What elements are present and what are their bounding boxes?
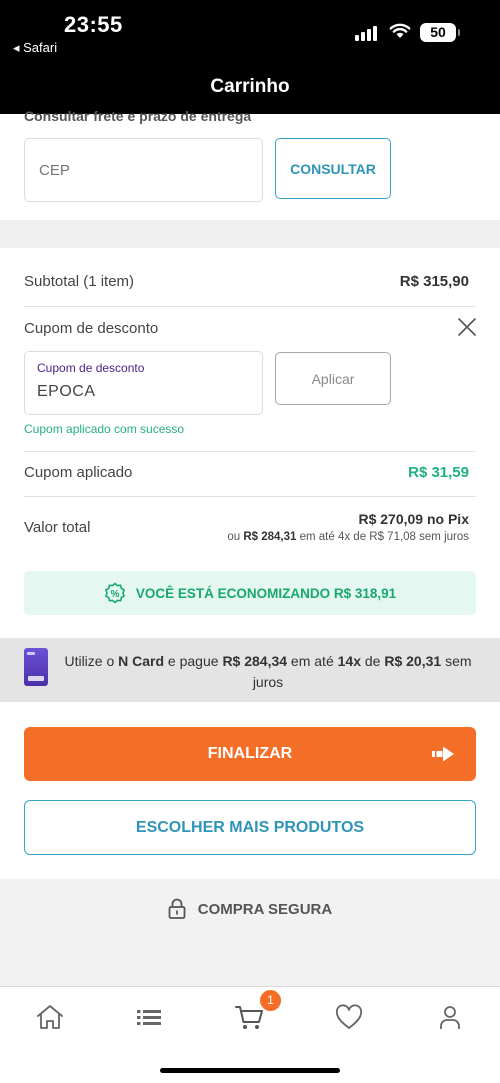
top-bar: 23:55 ◂ Safari 50 Carrinho [0,0,500,114]
ncard-promo-text: Utilize o N Card e pague R$ 284,34 em at… [64,653,472,690]
discount-badge-icon: % [104,582,125,604]
subtotal-label: Subtotal (1 item) [24,273,135,290]
arrow-right-icon [432,746,454,762]
savings-banner: % VOCÊ ESTÁ ECONOMIZANDO R$ 318,91 [24,571,476,615]
secure-purchase-section [0,879,500,986]
svg-text:%: % [110,589,119,600]
coupon-input-value: EPOCA [37,383,96,400]
user-icon[interactable] [435,1003,465,1031]
coupon-success-message: Cupom aplicado com sucesso [24,422,185,436]
choose-more-products-button[interactable]: ESCOLHER MAIS PRODUTOS [24,800,476,855]
wifi-icon [389,23,411,38]
secure-purchase-label: COMPRA SEGURA [197,900,333,918]
coupon-input[interactable]: Cupom de desconto EPOCA [24,351,263,415]
cellular-signal-icon [355,26,377,41]
lock-icon [168,898,186,919]
applied-coupon-value: R$ 31,59 [408,464,469,481]
consultar-button[interactable]: CONSULTAR [275,138,391,199]
menu-list-icon[interactable] [134,1003,164,1031]
savings-text: VOCÊ ESTÁ ECONOMIZANDO R$ 318,91 [135,585,397,601]
back-to-safari-link[interactable]: ◂ Safari [13,40,57,56]
heart-icon[interactable] [334,1003,364,1031]
divider [24,496,476,497]
page-title: Carrinho [210,76,290,97]
battery-icon: 50 [420,23,460,42]
home-indicator [160,1068,340,1073]
total-installments: ou R$ 284,31 em até 4x de R$ 71,08 sem j… [227,531,469,543]
applied-coupon-label: Cupom aplicado [24,464,133,481]
home-icon[interactable] [35,1003,65,1031]
total-value: R$ 270,09 no Pix ou R$ 284,31 em até 4x … [227,511,469,543]
close-icon[interactable] [456,316,478,338]
section-divider [0,220,500,248]
total-pix-price: R$ 270,09 no Pix [358,511,469,527]
shipping-label: Consultar frete e prazo de entrega [24,108,252,124]
status-time: 23:55 [64,12,123,37]
cep-input[interactable] [24,138,263,202]
apply-coupon-button[interactable]: Aplicar [275,352,391,405]
ncard-card-image [24,648,48,686]
coupon-section-label: Cupom de desconto [24,320,159,337]
divider [24,306,476,307]
subtotal-value: R$ 315,90 [399,273,469,290]
divider [24,451,476,452]
coupon-input-label: Cupom de desconto [37,361,145,375]
finalizar-button[interactable]: FINALIZAR [24,727,476,781]
cart-icon[interactable] [234,1003,264,1031]
secure-purchase: COMPRA SEGURA [0,898,500,920]
cart-count-badge: 1 [260,990,281,1011]
total-label: Valor total [24,519,91,536]
